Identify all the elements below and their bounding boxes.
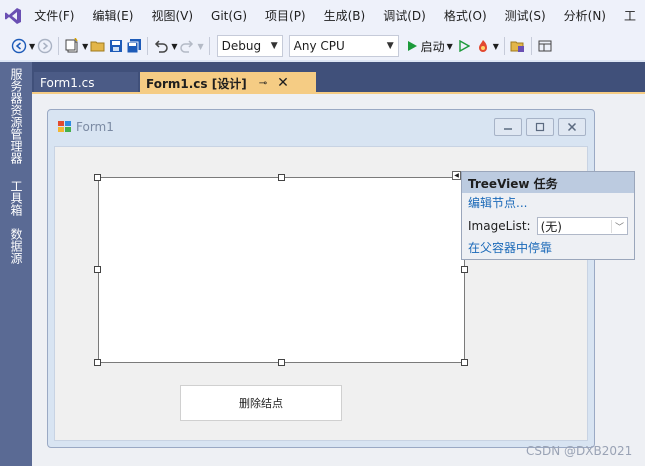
chevron-down-icon[interactable]: ▼ (197, 35, 203, 57)
tab-label: Form1.cs (40, 76, 95, 90)
form-app-icon (58, 121, 71, 132)
toolbar-separator (208, 37, 210, 55)
chevron-down-icon[interactable]: ▼ (447, 35, 453, 57)
menu-format[interactable]: 格式(O) (435, 0, 496, 32)
form-title-bar: Form1 (58, 120, 114, 134)
chevron-down-icon[interactable]: ▼ (493, 35, 499, 57)
tab-label: Form1.cs [设计] (146, 76, 247, 91)
menu-build[interactable]: 生成(B) (315, 0, 375, 32)
chevron-down-icon[interactable]: ▼ (82, 35, 88, 57)
close-icon[interactable]: ✕ (277, 75, 289, 91)
resize-handle-bottom-right[interactable] (461, 359, 468, 366)
minimize-icon[interactable] (494, 118, 522, 136)
menu-file[interactable]: 文件(F) (25, 0, 83, 32)
solution-platform-select[interactable]: Any CPU ▼ (288, 35, 399, 57)
chevron-down-icon[interactable]: ▼ (171, 35, 177, 57)
new-project-icon[interactable] (64, 35, 80, 57)
visual-studio-logo-icon[interactable] (0, 0, 25, 32)
window-caption-buttons (490, 118, 586, 136)
resize-handle-left[interactable] (94, 266, 101, 273)
imagelist-row: ImageList: (无) ﹀ (462, 214, 634, 238)
hot-reload-icon[interactable] (475, 35, 491, 57)
smart-tag-icon[interactable]: ◀ (452, 171, 461, 180)
toolbar-separator (58, 37, 60, 55)
solution-explorer-icon[interactable] (510, 35, 526, 57)
toolbox-tab[interactable]: 工具箱 (8, 180, 25, 216)
navigate-forward-icon[interactable] (37, 35, 53, 57)
resize-handle-top[interactable] (278, 174, 285, 181)
close-icon[interactable] (558, 118, 586, 136)
save-all-icon[interactable] (126, 35, 142, 57)
navigate-back-icon[interactable] (11, 35, 27, 57)
tab-form1-code[interactable]: Form1.cs (34, 72, 138, 94)
menu-analyze[interactable]: 分析(N) (555, 0, 615, 32)
imagelist-select[interactable]: (无) ﹀ (536, 217, 628, 235)
save-icon[interactable] (108, 35, 124, 57)
tab-form1-designer[interactable]: Form1.cs [设计] ⊸ ✕ (140, 72, 316, 94)
menu-debug[interactable]: 调试(D) (374, 0, 435, 32)
start-debugging-button[interactable]: 启动 (406, 35, 445, 57)
layout-window-icon[interactable] (537, 35, 553, 57)
resize-handle-right[interactable] (461, 266, 468, 273)
solution-configuration-select[interactable]: Debug ▼ (216, 35, 283, 57)
undo-icon[interactable] (153, 35, 169, 57)
menu-tools[interactable]: 工 (615, 0, 645, 32)
menu-project[interactable]: 项目(P) (256, 0, 315, 32)
treeview-control[interactable] (98, 177, 465, 363)
maximize-icon[interactable] (526, 118, 554, 136)
menu-view[interactable]: 视图(V) (142, 0, 202, 32)
solution-platform-value: Any CPU (293, 39, 345, 53)
delete-node-button[interactable]: 删除结点 (180, 385, 342, 421)
open-folder-icon[interactable] (90, 35, 106, 57)
menu-edit[interactable]: 编辑(E) (83, 0, 142, 32)
menu-test[interactable]: 测试(S) (496, 0, 555, 32)
treeview-tasks-panel: TreeView 任务 编辑节点... ImageList: (无) ﹀ 在父容… (461, 171, 635, 260)
pin-icon[interactable]: ⊸ (259, 78, 267, 89)
toolbar-separator (530, 37, 532, 55)
start-without-debugging-icon[interactable] (458, 35, 470, 57)
watermark: CSDN @DXB2021 (526, 444, 633, 458)
imagelist-value: (无) (540, 219, 562, 234)
tasks-panel-title: TreeView 任务 (462, 172, 634, 193)
menu-git[interactable]: Git(G) (202, 0, 256, 32)
data-sources-tab[interactable]: 数据源 (8, 228, 25, 264)
resize-handle-bottom[interactable] (278, 359, 285, 366)
toolbar-separator (147, 37, 149, 55)
standard-toolbar: ▼ ▼ ▼ ▼ Debug ▼ Any CPU ▼ 启动 ▼ ▼ (0, 32, 645, 60)
edit-nodes-link[interactable]: 编辑节点... (462, 193, 634, 214)
left-tool-window-strip: 服务器资源管理器 工具箱 数据源 (0, 62, 32, 466)
chevron-down-icon: ▼ (386, 41, 394, 51)
resize-handle-top-left[interactable] (94, 174, 101, 181)
menu-bar: 文件(F) 编辑(E) 视图(V) Git(G) 项目(P) 生成(B) 调试(… (0, 0, 645, 32)
start-label: 启动 (420, 39, 445, 54)
form-title: Form1 (76, 120, 114, 134)
resize-handle-bottom-left[interactable] (94, 359, 101, 366)
chevron-down-icon[interactable]: ▼ (29, 35, 35, 57)
imagelist-label: ImageList: (468, 219, 531, 233)
chevron-down-icon: ﹀ (610, 219, 624, 233)
chevron-down-icon: ▼ (270, 41, 278, 51)
dock-in-parent-link[interactable]: 在父容器中停靠 (462, 238, 634, 259)
solution-configuration-value: Debug (221, 39, 262, 53)
toolbar-separator (503, 37, 505, 55)
server-explorer-tab[interactable]: 服务器资源管理器 (8, 68, 25, 164)
document-tab-well: Form1.cs Form1.cs [设计] ⊸ ✕ (32, 62, 645, 94)
redo-icon[interactable] (179, 35, 195, 57)
